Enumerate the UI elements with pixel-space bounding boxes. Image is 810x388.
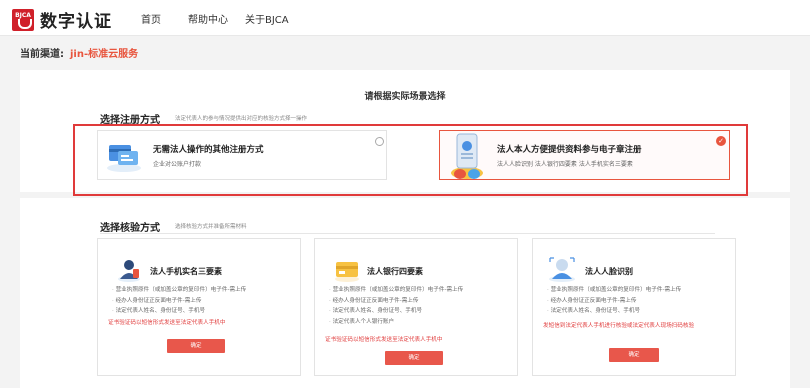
card-title: 法人人脸识别	[585, 267, 633, 276]
verify-note: 发短信到法定代表人手机进行核验或法定代表人现场扫码核验	[543, 323, 695, 329]
list-item: 经办人身份证正反面电子件-需上传	[329, 296, 463, 307]
logo-text: 数字认证	[40, 12, 112, 32]
list-item: 法定代表人姓名、身份证号、手机号	[547, 306, 681, 317]
requirements-list: 营业执照原件（或加盖公章的复印件）电子件-需上传 经办人身份证正反面电子件-需上…	[547, 285, 682, 317]
verify-section-subtitle: 选择核验方式并准备所需材料	[175, 224, 247, 230]
nav-home[interactable]: 首页	[141, 11, 161, 26]
highlight-box	[73, 124, 748, 196]
list-item: 营业执照原件（或加盖公章的复印件）电子件-需上传	[547, 285, 682, 296]
bank-card-icon	[333, 257, 361, 283]
verify-card-bank-four-factor[interactable]: 法人银行四要素 营业执照原件（或加盖公章的复印件）电子件-需上传 经办人身份证正…	[314, 238, 518, 376]
list-item: 经办人身份证正反面电子件-需上传	[547, 296, 681, 307]
top-navigation-bar: BJCA 数字认证 首页 帮助中心 关于BJCA	[0, 0, 810, 36]
list-item: 经办人身份证正反面电子件-需上传	[112, 296, 246, 307]
list-item: 营业执照原件（或加盖公章的复印件）电子件-需上传	[112, 285, 247, 296]
card-title: 法人银行四要素	[367, 267, 423, 276]
verify-divider	[100, 233, 715, 234]
bjca-logo-icon: BJCA	[12, 8, 34, 31]
page-title: 请根据实际场景选择	[364, 92, 446, 102]
face-recognition-icon	[547, 255, 577, 283]
verify-note: 证书验证码以短信形式发送至法定代表人手机中	[325, 337, 443, 343]
list-item: 营业执照原件（或加盖公章的复印件）电子件-需上传	[329, 285, 464, 296]
list-item: 法定代表人姓名、身份证号、手机号	[329, 306, 463, 317]
list-item: 法定代表人姓名、身份证号、手机号	[112, 306, 246, 317]
card-title: 法人手机实名三要素	[150, 267, 222, 276]
logo-badge-text: BJCA	[15, 11, 31, 19]
current-channel: 当前渠道: jin-标准云服务	[20, 45, 138, 60]
verify-card-face-recognition[interactable]: 法人人脸识别 营业执照原件（或加盖公章的复印件）电子件-需上传 经办人身份证正反…	[532, 238, 736, 376]
channel-value: jin-标准云服务	[70, 49, 139, 60]
requirements-list: 营业执照原件（或加盖公章的复印件）电子件-需上传 经办人身份证正反面电子件-需上…	[329, 285, 464, 328]
channel-label: 当前渠道:	[20, 49, 64, 60]
confirm-button[interactable]: 确定	[609, 348, 659, 362]
verify-section-title: 选择核验方式	[100, 223, 160, 234]
nav-help-center[interactable]: 帮助中心	[188, 11, 228, 26]
list-item: 法定代表人个人银行账户	[329, 317, 463, 328]
register-section-subtitle: 法定代表人的参与情况提供出对应的核验方式择一操作	[175, 116, 308, 122]
person-phone-icon	[116, 257, 142, 283]
verify-note: 证书验证码以短信形式发送至法定代表人手机中	[108, 320, 226, 326]
verify-card-phone-three-factor[interactable]: 法人手机实名三要素 营业执照原件（或加盖公章的复印件）电子件-需上传 经办人身份…	[97, 238, 301, 376]
logo[interactable]: BJCA 数字认证	[12, 7, 112, 32]
confirm-button[interactable]: 确定	[385, 351, 443, 365]
confirm-button[interactable]: 确定	[167, 339, 225, 353]
nav-about-bjca[interactable]: 关于BJCA	[245, 11, 289, 26]
requirements-list: 营业执照原件（或加盖公章的复印件）电子件-需上传 经办人身份证正反面电子件-需上…	[112, 285, 247, 317]
